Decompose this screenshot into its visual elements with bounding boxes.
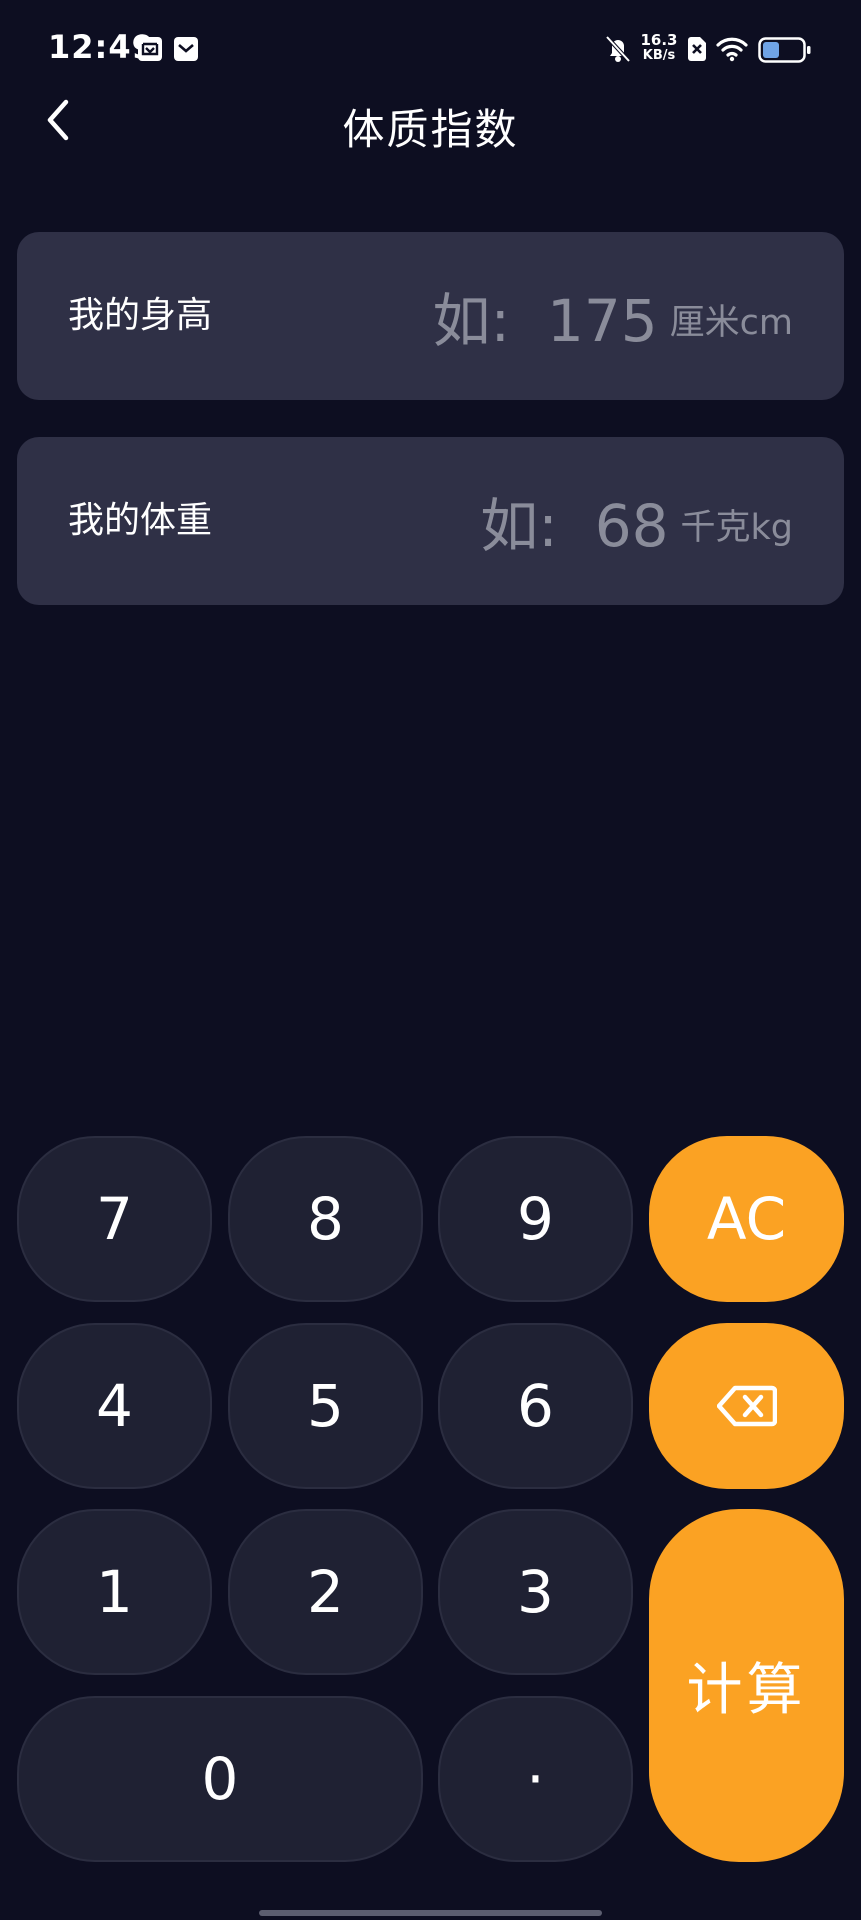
height-label: 我的身高: [68, 295, 213, 336]
weight-input-card[interactable]: 我的体重 如: 68 千克kg: [17, 437, 844, 605]
network-speed: 16.3 KB/s: [639, 32, 679, 64]
network-speed-value: 16.3: [640, 31, 678, 49]
weight-unit: 千克kg: [680, 507, 794, 548]
key-7[interactable]: 7: [17, 1136, 212, 1302]
height-placeholder: 如: 175: [432, 287, 658, 355]
backspace-button[interactable]: [649, 1323, 844, 1489]
wifi-icon: [716, 36, 748, 66]
clear-all-button[interactable]: AC: [649, 1136, 844, 1302]
key-1[interactable]: 1: [17, 1509, 212, 1675]
key-5[interactable]: 5: [228, 1323, 423, 1489]
height-field[interactable]: 如: 175 厘米cm: [433, 232, 793, 400]
height-unit: 厘米cm: [669, 302, 793, 343]
mail-notification-icon: [173, 36, 199, 66]
mute-bell-icon: [604, 34, 632, 68]
no-sim-icon: [686, 36, 708, 66]
key-9[interactable]: 9: [438, 1136, 633, 1302]
key-6[interactable]: 6: [438, 1323, 633, 1489]
battery-icon: [758, 37, 812, 67]
status-bar: 12:49 16.3 KB/s: [0, 0, 861, 100]
key-4[interactable]: 4: [17, 1323, 212, 1489]
calculate-button[interactable]: 计算: [649, 1509, 844, 1862]
weight-field[interactable]: 如: 68 千克kg: [480, 437, 793, 605]
key-0[interactable]: 0: [17, 1696, 423, 1862]
weight-placeholder: 如: 68: [480, 492, 669, 560]
key-2[interactable]: 2: [228, 1509, 423, 1675]
network-speed-unit: KB/s: [642, 48, 676, 63]
notification-box-icon: [137, 36, 163, 66]
home-indicator[interactable]: [259, 1910, 602, 1916]
height-input-card[interactable]: 我的身高 如: 175 厘米cm: [17, 232, 844, 400]
backspace-icon: [716, 1385, 777, 1427]
key-8[interactable]: 8: [228, 1136, 423, 1302]
weight-label: 我的体重: [68, 500, 213, 541]
decimal-point-key[interactable]: ·: [438, 1696, 633, 1862]
page-title: 体质指数: [342, 105, 519, 154]
key-3[interactable]: 3: [438, 1509, 633, 1675]
